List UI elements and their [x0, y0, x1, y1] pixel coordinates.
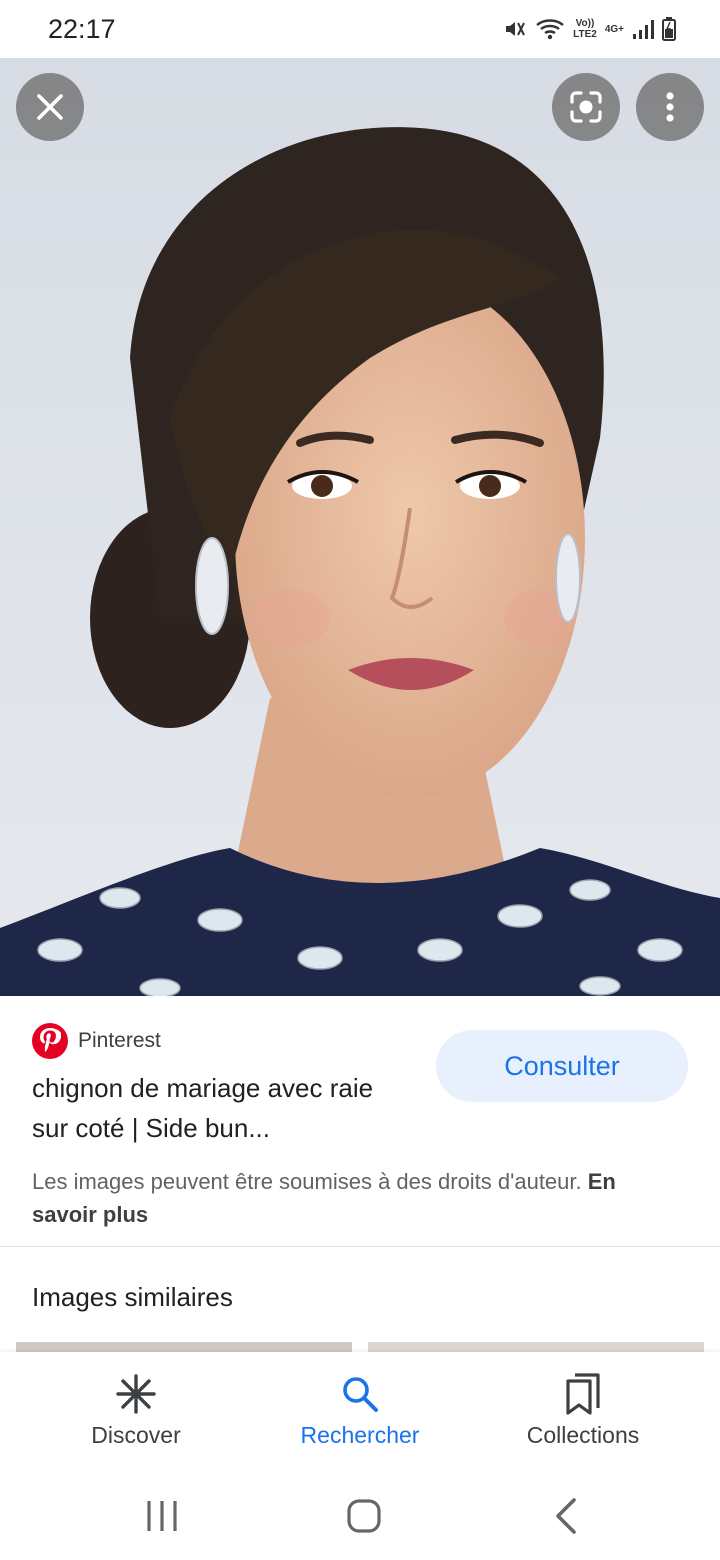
recent-apps-button[interactable] — [132, 1494, 192, 1538]
lte-text: LTE2 — [573, 29, 597, 40]
portrait-image — [0, 58, 720, 996]
home-button[interactable] — [334, 1494, 394, 1538]
battery-icon — [662, 17, 676, 41]
search-icon — [341, 1372, 379, 1416]
copyright-notice: Les images peuvent être soumises à des d… — [32, 1165, 652, 1231]
asterisk-icon — [116, 1372, 156, 1416]
pinterest-logo-icon — [32, 1023, 68, 1059]
copyright-text: Les images peuvent être soumises à des d… — [32, 1169, 582, 1194]
lens-button[interactable] — [552, 73, 620, 141]
divider — [0, 1246, 720, 1247]
nav-collections-label: Collections — [526, 1422, 640, 1448]
nav-discover[interactable]: Discover — [16, 1352, 256, 1470]
nav-search-label: Rechercher — [300, 1422, 420, 1448]
home-icon — [347, 1499, 381, 1533]
nav-search[interactable]: Rechercher — [240, 1352, 480, 1470]
network-type: 4G+ — [604, 23, 624, 35]
system-navigation — [0, 1470, 720, 1560]
bookmarks-icon — [565, 1372, 601, 1416]
wifi-icon — [535, 17, 565, 41]
visit-button[interactable]: Consulter — [436, 1030, 688, 1102]
source-name: Pinterest — [78, 1029, 161, 1052]
back-button[interactable] — [536, 1494, 596, 1538]
nav-collections[interactable]: Collections — [463, 1352, 703, 1470]
status-icons: Vo)) LTE2 4G+ — [503, 14, 676, 44]
volte-text: Vo)) — [575, 18, 595, 29]
close-button[interactable] — [16, 73, 84, 141]
similar-image-thumbnail[interactable] — [368, 1342, 704, 1352]
similar-image-thumbnail[interactable] — [16, 1342, 352, 1352]
preview-image[interactable] — [0, 58, 720, 996]
bottom-navigation: Discover Rechercher Collections — [0, 1352, 720, 1470]
back-icon — [556, 1498, 576, 1534]
nav-discover-label: Discover — [91, 1422, 181, 1448]
volte-label: Vo)) LTE2 — [573, 18, 597, 40]
more-vert-icon — [666, 92, 674, 122]
status-bar: 22:17 Vo)) LTE2 4G+ — [0, 0, 720, 58]
source-row[interactable]: Pinterest — [32, 1022, 161, 1060]
recent-apps-icon — [147, 1501, 177, 1531]
result-title[interactable]: chignon de mariage avec raie sur coté | … — [32, 1068, 412, 1148]
status-time: 22:17 — [48, 14, 116, 44]
more-options-button[interactable] — [636, 73, 704, 141]
lens-icon — [570, 91, 602, 123]
similar-images-heading: Images similaires — [32, 1282, 233, 1312]
close-icon — [37, 94, 63, 120]
mute-icon — [503, 17, 527, 41]
signal-icon — [632, 18, 654, 40]
